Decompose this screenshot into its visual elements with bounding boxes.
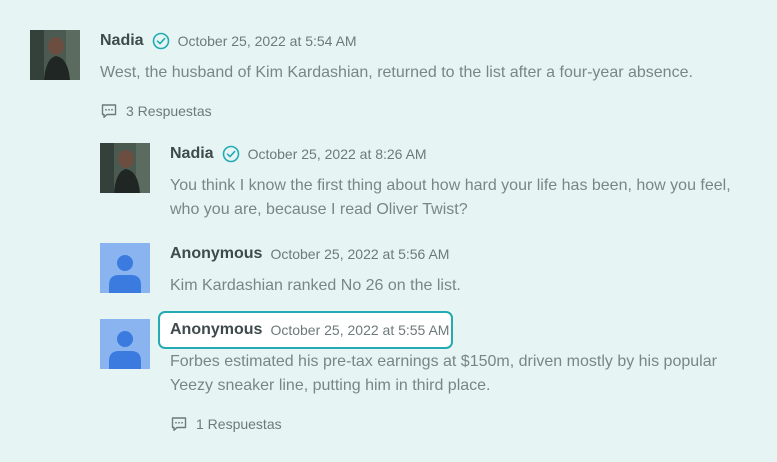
comment-text: Forbes estimated his pre-tax earnings at… — [170, 353, 717, 394]
replies-label: 1 Respuestas — [196, 416, 282, 432]
comment-date[interactable]: October 25, 2022 at 5:55 AM — [270, 322, 449, 338]
comment-author[interactable]: Anonymous — [170, 321, 262, 339]
avatar[interactable] — [100, 319, 150, 369]
anonymous-user-icon — [109, 331, 141, 369]
comment-bubble-icon — [171, 417, 187, 431]
comment-4: Anonymous October 25, 2022 at 5:55 AM Fo… — [0, 0, 777, 462]
replies-button[interactable]: 1 Respuestas — [170, 415, 282, 433]
